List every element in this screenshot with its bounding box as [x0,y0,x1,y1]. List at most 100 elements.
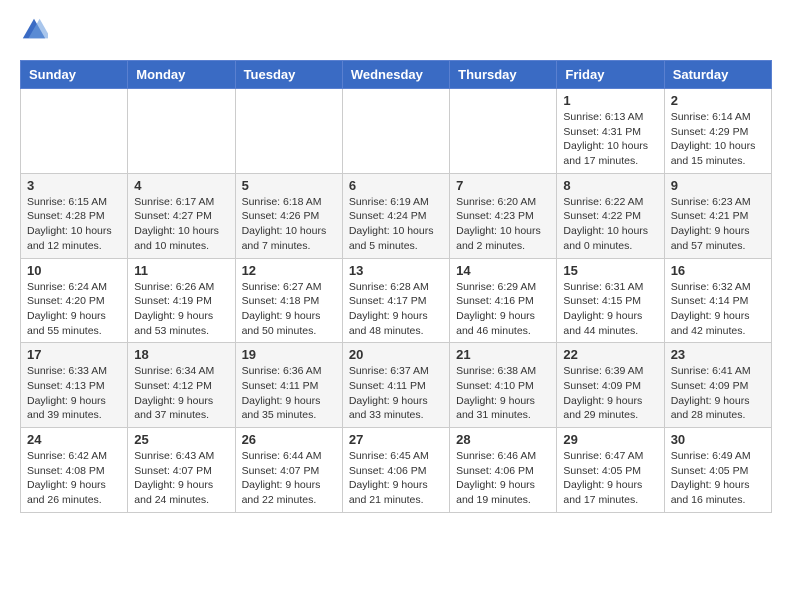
table-row: 6 Sunrise: 6:19 AMSunset: 4:24 PMDaylight… [342,173,449,258]
table-row: 22 Sunrise: 6:39 AMSunset: 4:09 PMDayligh… [557,343,664,428]
day-info: Sunrise: 6:32 AMSunset: 4:14 PMDaylight:… [671,280,765,339]
table-row: 27 Sunrise: 6:45 AMSunset: 4:06 PMDayligh… [342,428,449,513]
calendar-week-row: 1 Sunrise: 6:13 AMSunset: 4:31 PMDaylight… [21,89,772,174]
day-number: 16 [671,263,765,278]
table-row: 2 Sunrise: 6:14 AMSunset: 4:29 PMDaylight… [664,89,771,174]
day-info: Sunrise: 6:42 AMSunset: 4:08 PMDaylight:… [27,449,121,508]
day-info: Sunrise: 6:31 AMSunset: 4:15 PMDaylight:… [563,280,657,339]
table-row: 3Sunrise: 6:15 AMSunset: 4:28 PMDaylight… [21,173,128,258]
day-number: 20 [349,347,443,362]
col-tuesday: Tuesday [235,61,342,89]
day-number: 13 [349,263,443,278]
day-info: Sunrise: 6:38 AMSunset: 4:10 PMDaylight:… [456,364,550,423]
day-number: 14 [456,263,550,278]
day-number: 22 [563,347,657,362]
day-info: Sunrise: 6:26 AMSunset: 4:19 PMDaylight:… [134,280,228,339]
day-number: 8 [563,178,657,193]
table-row [450,89,557,174]
day-number: 9 [671,178,765,193]
col-sunday: Sunday [21,61,128,89]
day-number: 28 [456,432,550,447]
day-info: Sunrise: 6:19 AMSunset: 4:24 PMDaylight:… [349,195,443,254]
day-info: Sunrise: 6:36 AMSunset: 4:11 PMDaylight:… [242,364,336,423]
day-info: Sunrise: 6:47 AMSunset: 4:05 PMDaylight:… [563,449,657,508]
col-friday: Friday [557,61,664,89]
logo-icon [20,16,48,44]
table-row: 13 Sunrise: 6:28 AMSunset: 4:17 PMDayligh… [342,258,449,343]
logo [20,16,52,44]
day-info: Sunrise: 6:45 AMSunset: 4:06 PMDaylight:… [349,449,443,508]
day-number: 6 [349,178,443,193]
day-number: 19 [242,347,336,362]
calendar-week-row: 3Sunrise: 6:15 AMSunset: 4:28 PMDaylight… [21,173,772,258]
table-row: 11 Sunrise: 6:26 AMSunset: 4:19 PMDayligh… [128,258,235,343]
table-row: 24 Sunrise: 6:42 AMSunset: 4:08 PMDayligh… [21,428,128,513]
day-info: Sunrise: 6:17 AMSunset: 4:27 PMDaylight:… [134,195,228,254]
table-row: 7 Sunrise: 6:20 AMSunset: 4:23 PMDaylight… [450,173,557,258]
calendar-table: Sunday Monday Tuesday Wednesday Thursday… [20,60,772,513]
table-row: 4 Sunrise: 6:17 AMSunset: 4:27 PMDaylight… [128,173,235,258]
col-thursday: Thursday [450,61,557,89]
day-number: 23 [671,347,765,362]
table-row: 26 Sunrise: 6:44 AMSunset: 4:07 PMDayligh… [235,428,342,513]
day-info: Sunrise: 6:13 AMSunset: 4:31 PMDaylight:… [563,110,657,169]
table-row: 30Sunrise: 6:49 AMSunset: 4:05 PMDayligh… [664,428,771,513]
table-row: 19 Sunrise: 6:36 AMSunset: 4:11 PMDayligh… [235,343,342,428]
day-number: 5 [242,178,336,193]
day-info: Sunrise: 6:43 AMSunset: 4:07 PMDaylight:… [134,449,228,508]
table-row: 29Sunrise: 6:47 AMSunset: 4:05 PMDayligh… [557,428,664,513]
table-row: 25 Sunrise: 6:43 AMSunset: 4:07 PMDayligh… [128,428,235,513]
table-row [128,89,235,174]
day-info: Sunrise: 6:33 AMSunset: 4:13 PMDaylight:… [27,364,121,423]
table-row: 16 Sunrise: 6:32 AMSunset: 4:14 PMDayligh… [664,258,771,343]
day-info: Sunrise: 6:23 AMSunset: 4:21 PMDaylight:… [671,195,765,254]
table-row: 21 Sunrise: 6:38 AMSunset: 4:10 PMDayligh… [450,343,557,428]
day-number: 1 [563,93,657,108]
table-row: 1 Sunrise: 6:13 AMSunset: 4:31 PMDaylight… [557,89,664,174]
day-info: Sunrise: 6:28 AMSunset: 4:17 PMDaylight:… [349,280,443,339]
day-info: Sunrise: 6:24 AMSunset: 4:20 PMDaylight:… [27,280,121,339]
day-info: Sunrise: 6:44 AMSunset: 4:07 PMDaylight:… [242,449,336,508]
table-row: 14 Sunrise: 6:29 AMSunset: 4:16 PMDayligh… [450,258,557,343]
day-number: 17 [27,347,121,362]
day-number: 7 [456,178,550,193]
day-number: 27 [349,432,443,447]
day-info: Sunrise: 6:27 AMSunset: 4:18 PMDaylight:… [242,280,336,339]
table-row: 9 Sunrise: 6:23 AMSunset: 4:21 PMDaylight… [664,173,771,258]
day-info: Sunrise: 6:49 AMSunset: 4:05 PMDaylight:… [671,449,765,508]
day-info: Sunrise: 6:29 AMSunset: 4:16 PMDaylight:… [456,280,550,339]
header [20,16,772,44]
day-number: 2 [671,93,765,108]
day-number: 11 [134,263,228,278]
table-row: 12Sunrise: 6:27 AMSunset: 4:18 PMDayligh… [235,258,342,343]
calendar-week-row: 10 Sunrise: 6:24 AMSunset: 4:20 PMDayligh… [21,258,772,343]
table-row: 8Sunrise: 6:22 AMSunset: 4:22 PMDaylight… [557,173,664,258]
day-number: 4 [134,178,228,193]
table-row: 5 Sunrise: 6:18 AMSunset: 4:26 PMDaylight… [235,173,342,258]
calendar-header-row: Sunday Monday Tuesday Wednesday Thursday… [21,61,772,89]
day-number: 24 [27,432,121,447]
day-info: Sunrise: 6:37 AMSunset: 4:11 PMDaylight:… [349,364,443,423]
day-number: 25 [134,432,228,447]
day-number: 3 [27,178,121,193]
day-info: Sunrise: 6:41 AMSunset: 4:09 PMDaylight:… [671,364,765,423]
calendar-week-row: 17 Sunrise: 6:33 AMSunset: 4:13 PMDayligh… [21,343,772,428]
table-row: 15 Sunrise: 6:31 AMSunset: 4:15 PMDayligh… [557,258,664,343]
table-row: 17 Sunrise: 6:33 AMSunset: 4:13 PMDayligh… [21,343,128,428]
col-saturday: Saturday [664,61,771,89]
table-row: 28Sunrise: 6:46 AMSunset: 4:06 PMDayligh… [450,428,557,513]
day-number: 26 [242,432,336,447]
day-info: Sunrise: 6:39 AMSunset: 4:09 PMDaylight:… [563,364,657,423]
day-number: 21 [456,347,550,362]
day-info: Sunrise: 6:20 AMSunset: 4:23 PMDaylight:… [456,195,550,254]
table-row: 18Sunrise: 6:34 AMSunset: 4:12 PMDayligh… [128,343,235,428]
day-number: 10 [27,263,121,278]
day-number: 15 [563,263,657,278]
day-info: Sunrise: 6:18 AMSunset: 4:26 PMDaylight:… [242,195,336,254]
day-info: Sunrise: 6:34 AMSunset: 4:12 PMDaylight:… [134,364,228,423]
day-info: Sunrise: 6:14 AMSunset: 4:29 PMDaylight:… [671,110,765,169]
calendar-week-row: 24 Sunrise: 6:42 AMSunset: 4:08 PMDayligh… [21,428,772,513]
table-row: 23 Sunrise: 6:41 AMSunset: 4:09 PMDayligh… [664,343,771,428]
col-monday: Monday [128,61,235,89]
col-wednesday: Wednesday [342,61,449,89]
